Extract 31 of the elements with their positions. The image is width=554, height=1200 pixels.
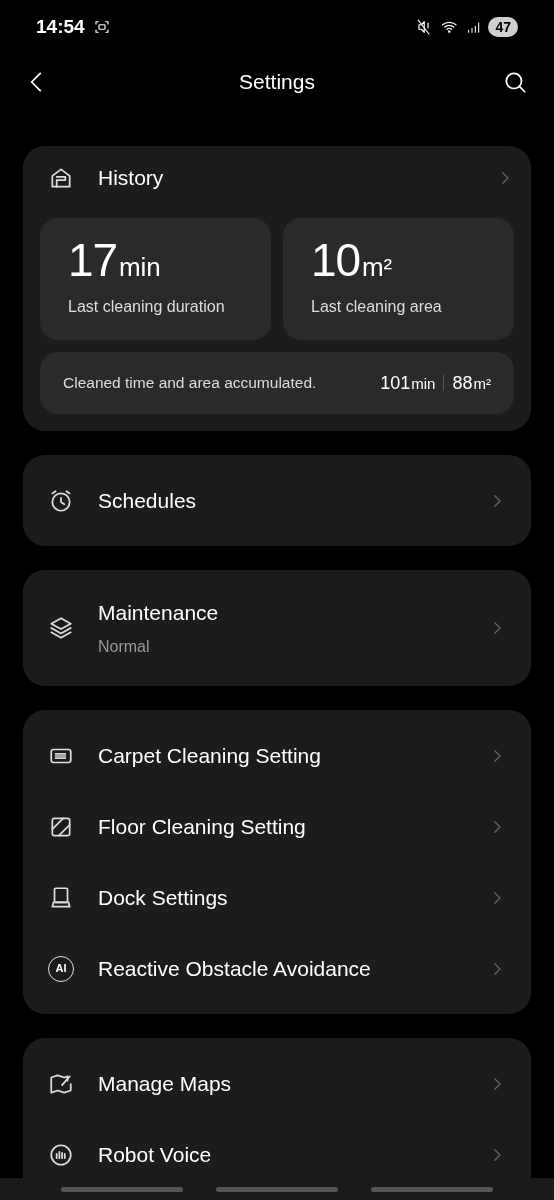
settings-item[interactable]: Reactive Obstacle Avoidance	[98, 952, 488, 985]
settings-item[interactable]: Maintenance	[98, 597, 488, 629]
settings-item[interactable]: Robot Voice	[98, 1138, 488, 1171]
settings-item[interactable]: Schedules	[98, 484, 488, 517]
total-area-unit: m²	[473, 373, 491, 394]
stat-unit: min	[118, 251, 161, 284]
settings-item[interactable]: Floor Cleaning Setting	[98, 810, 488, 843]
screenshot-icon	[92, 18, 111, 36]
total-area-value: 88	[452, 371, 473, 395]
page-title: Settings	[239, 69, 315, 96]
settings-item[interactable]: Carpet Cleaning Setting	[98, 739, 488, 772]
status-text: Normal	[98, 636, 151, 657]
stat-value: 10	[311, 234, 360, 286]
settings-item[interactable]: Dock Settings	[98, 881, 488, 914]
total-time-value: 101	[380, 371, 411, 395]
dock-icon	[48, 884, 74, 911]
history-link[interactable]: History	[98, 162, 496, 194]
stat-label: Last cleaning area	[311, 297, 443, 317]
nav-handle[interactable]	[61, 1186, 183, 1192]
voice-wave-icon	[48, 1141, 74, 1168]
settings-item[interactable]: Manage Maps	[98, 1067, 488, 1100]
stat-value: 17	[68, 234, 117, 286]
total-time-unit: min	[411, 373, 436, 394]
stat-label: Last cleaning duration	[68, 297, 226, 317]
nav-handle[interactable]	[216, 1186, 338, 1192]
layers-icon	[48, 615, 74, 641]
stat-unit: m²	[361, 251, 393, 284]
battery-indicator: 47	[488, 17, 518, 37]
accumulated-label: Cleaned time and area accumulated.	[63, 373, 318, 394]
nav-handle[interactable]	[371, 1186, 493, 1192]
clock-time: 14:54	[36, 14, 85, 39]
